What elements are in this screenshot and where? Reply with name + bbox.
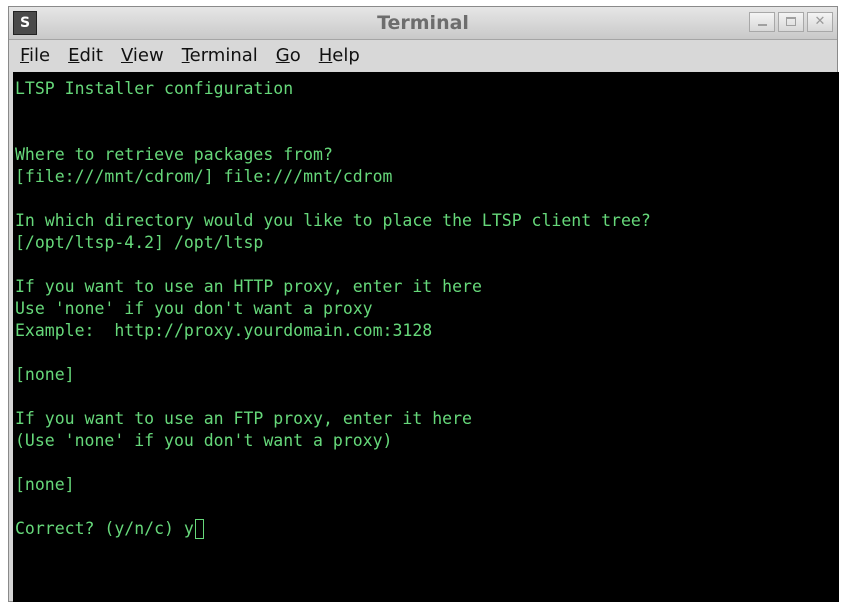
menu-view-label: iew	[132, 45, 164, 66]
menu-go[interactable]: Go	[273, 45, 304, 66]
terminal-window: S Terminal ✕ File Edit View Terminal Go …	[8, 6, 839, 602]
terminal-line: Example: http://proxy.yourdomain.com:312…	[15, 321, 433, 340]
menu-bar: File Edit View Terminal Go Help	[9, 40, 837, 71]
terminal-line: If you want to use an HTTP proxy, enter …	[15, 277, 482, 296]
menu-file-mnemonic: F	[20, 45, 30, 66]
menu-go-label: o	[289, 45, 301, 66]
menu-file[interactable]: File	[17, 45, 53, 66]
minimize-button[interactable]	[749, 12, 775, 32]
terminal-line: If you want to use an FTP proxy, enter i…	[15, 409, 472, 428]
close-button[interactable]: ✕	[807, 12, 833, 32]
window-controls: ✕	[746, 12, 833, 32]
maximize-icon	[786, 17, 796, 26]
menu-view[interactable]: View	[118, 45, 167, 66]
terminal-prompt-text: Correct? (y/n/c) y	[15, 519, 194, 538]
terminal-line: LTSP Installer configuration	[15, 79, 294, 98]
terminal-line: (Use 'none' if you don't want a proxy)	[15, 431, 393, 450]
menu-help[interactable]: Help	[316, 45, 363, 66]
window-title: Terminal	[377, 12, 469, 34]
menu-terminal-mnemonic: T	[181, 45, 190, 66]
menu-view-mnemonic: V	[120, 45, 133, 66]
terminal-line: In which directory would you like to pla…	[15, 211, 651, 230]
menu-terminal-label: erminal	[189, 45, 258, 66]
text-cursor	[194, 519, 204, 539]
menu-go-mnemonic: G	[275, 45, 290, 66]
terminal-line: [none]	[15, 365, 75, 384]
terminal-line: [/opt/ltsp-4.2] /opt/ltsp	[15, 233, 264, 252]
title-bar[interactable]: S Terminal ✕	[9, 7, 837, 40]
menu-edit-label: dit	[79, 45, 103, 66]
minimize-icon	[758, 24, 767, 26]
menu-terminal[interactable]: Terminal	[179, 45, 261, 66]
terminal-line: Use 'none' if you don't want a proxy	[15, 299, 373, 318]
terminal-prompt-line: Correct? (y/n/c) y	[15, 518, 204, 540]
menu-edit-mnemonic: E	[68, 45, 80, 66]
terminal-line: Where to retrieve packages from?	[15, 145, 333, 164]
terminal-output-area[interactable]: LTSP Installer configuration Where to re…	[13, 72, 839, 602]
close-icon: ✕	[814, 14, 826, 29]
menu-edit[interactable]: Edit	[65, 45, 106, 66]
terminal-line: [none]	[15, 475, 75, 494]
menu-help-label: elp	[332, 45, 360, 66]
menu-file-label: ile	[29, 45, 51, 66]
maximize-button[interactable]	[778, 12, 804, 32]
menu-help-mnemonic: H	[318, 45, 333, 66]
terminal-line: [file:///mnt/cdrom/] file:///mnt/cdrom	[15, 167, 393, 186]
